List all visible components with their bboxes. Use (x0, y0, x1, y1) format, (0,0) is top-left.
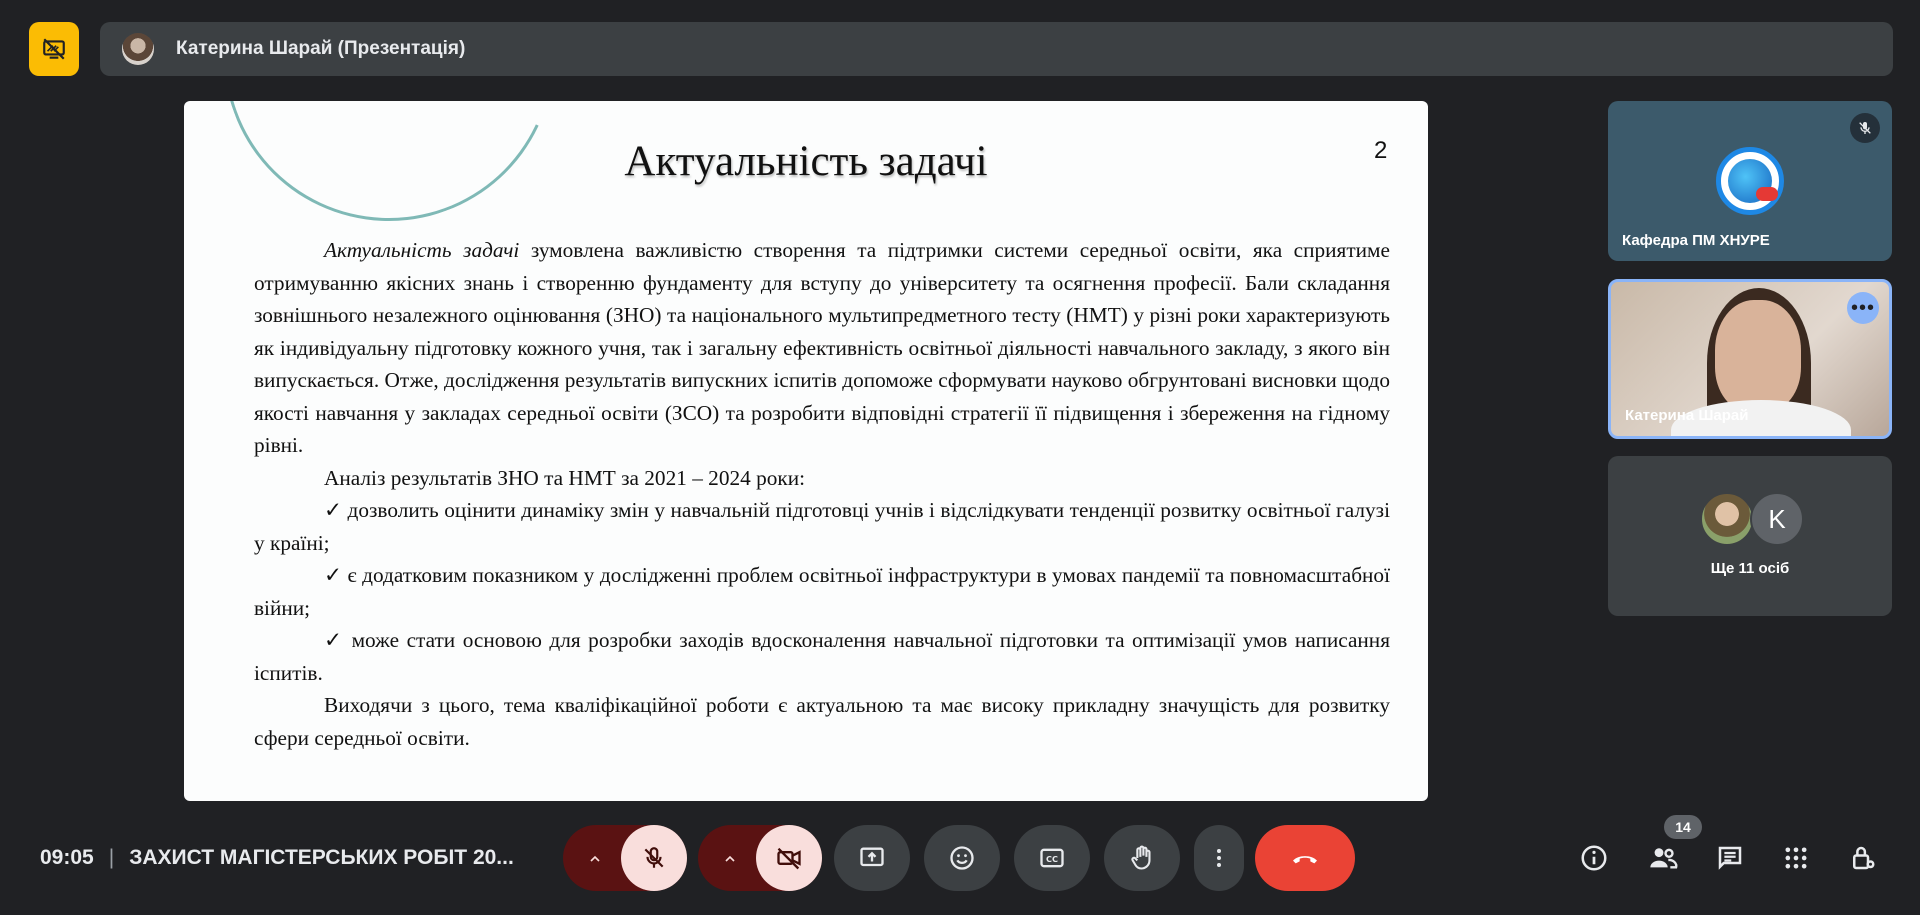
presentation-slide: Актуальність задачі 2 Актуальність задач… (184, 101, 1428, 801)
stop-presenting-button[interactable] (29, 22, 79, 76)
slide-bullet: ✓ може стати основою для розробки заході… (254, 628, 1390, 685)
meeting-title: ЗАХИСТ МАГІСТЕРСЬКИХ РОБІТ 20... (129, 846, 514, 869)
divider: | (108, 846, 115, 869)
present-to-all-icon (860, 847, 884, 867)
more-vert-icon (1217, 849, 1221, 867)
activities-button[interactable] (1778, 840, 1814, 876)
call-end-icon (1293, 856, 1317, 864)
avatar (1700, 492, 1754, 546)
presenter-name: Катерина Шарай (Презентація) (176, 38, 466, 59)
raise-hand-icon (1131, 845, 1151, 870)
participants-count-badge: 14 (1664, 815, 1702, 839)
avatar (122, 33, 154, 65)
avatar-initial: K (1750, 492, 1804, 546)
emoji-icon (950, 846, 974, 870)
leave-call-button[interactable] (1255, 825, 1355, 891)
slide-body: Актуальність задачі зумовлена важливістю… (254, 234, 1390, 754)
participant-tile-department[interactable]: Кафедра ПМ ХНУРЕ (1608, 101, 1892, 261)
mic-off-icon (644, 847, 664, 868)
mic-off-icon (1850, 113, 1880, 143)
department-logo (1716, 147, 1784, 215)
camera-options-button[interactable] (718, 847, 742, 871)
slide-analysis-heading: Аналіз результатів ЗНО та НМТ за 2021 – … (324, 465, 806, 490)
chevron-up-icon (725, 855, 735, 862)
participant-tile-others[interactable]: K Ще 11 осіб (1608, 456, 1892, 616)
info-icon (1581, 845, 1607, 871)
camera-control (698, 825, 822, 891)
more-participants-label: Ще 11 осіб (1710, 560, 1790, 577)
participant-face (1715, 300, 1801, 412)
slide-title: Актуальність задачі (624, 138, 988, 185)
slide-intro-italic: Актуальність задачі (324, 238, 520, 262)
host-controls-icon (1853, 846, 1875, 870)
captions-button[interactable]: CC (1014, 825, 1090, 891)
more-options-button[interactable] (1194, 825, 1244, 891)
slide-intro-text: зумовлена важливістю створення та підтри… (254, 238, 1390, 457)
meeting-details-button[interactable] (1576, 840, 1612, 876)
chevron-up-icon (590, 855, 600, 862)
svg-text:CC: CC (1046, 854, 1058, 864)
mic-control (563, 825, 687, 891)
slide-bullet: ✓ є додатковим показником у дослідженні … (254, 563, 1390, 620)
host-controls-button[interactable] (1845, 840, 1881, 876)
slide-number: 2 (1374, 137, 1388, 164)
slide-conclusion: Виходячи з цього, тема кваліфікаційної р… (254, 693, 1390, 750)
participant-tile-speaker[interactable]: ••• Катерина Шарай (1608, 279, 1892, 439)
participant-name: Катерина Шарай (1625, 407, 1749, 424)
raise-hand-button[interactable] (1104, 825, 1180, 891)
people-icon (1650, 848, 1678, 869)
participant-avatars: K (1700, 492, 1804, 546)
mic-options-button[interactable] (583, 847, 607, 871)
captions-icon: CC (1040, 848, 1064, 868)
slide-bullet: ✓ дозволить оцінити динаміку змін у навч… (254, 498, 1390, 555)
meeting-info: 09:05 | ЗАХИСТ МАГІСТЕРСЬКИХ РОБІТ 20... (40, 846, 514, 870)
more-options-icon[interactable]: ••• (1847, 292, 1879, 324)
apps-icon (1785, 847, 1807, 869)
mic-toggle-button[interactable] (621, 825, 687, 891)
send-reaction-button[interactable] (924, 825, 1000, 891)
present-now-button[interactable] (834, 825, 910, 891)
chat-icon (1718, 846, 1742, 870)
presenter-bar: Катерина Шарай (Презентація) (100, 22, 1893, 76)
participant-name: Кафедра ПМ ХНУРЕ (1622, 232, 1770, 249)
chat-button[interactable] (1712, 840, 1748, 876)
clock-time: 09:05 (40, 846, 94, 869)
people-button[interactable] (1645, 840, 1681, 876)
camera-off-icon (777, 847, 801, 870)
camera-toggle-button[interactable] (756, 825, 822, 891)
present-off-icon (43, 38, 65, 60)
slide-intro-paragraph: Актуальність задачі зумовлена важливістю… (254, 234, 1390, 462)
